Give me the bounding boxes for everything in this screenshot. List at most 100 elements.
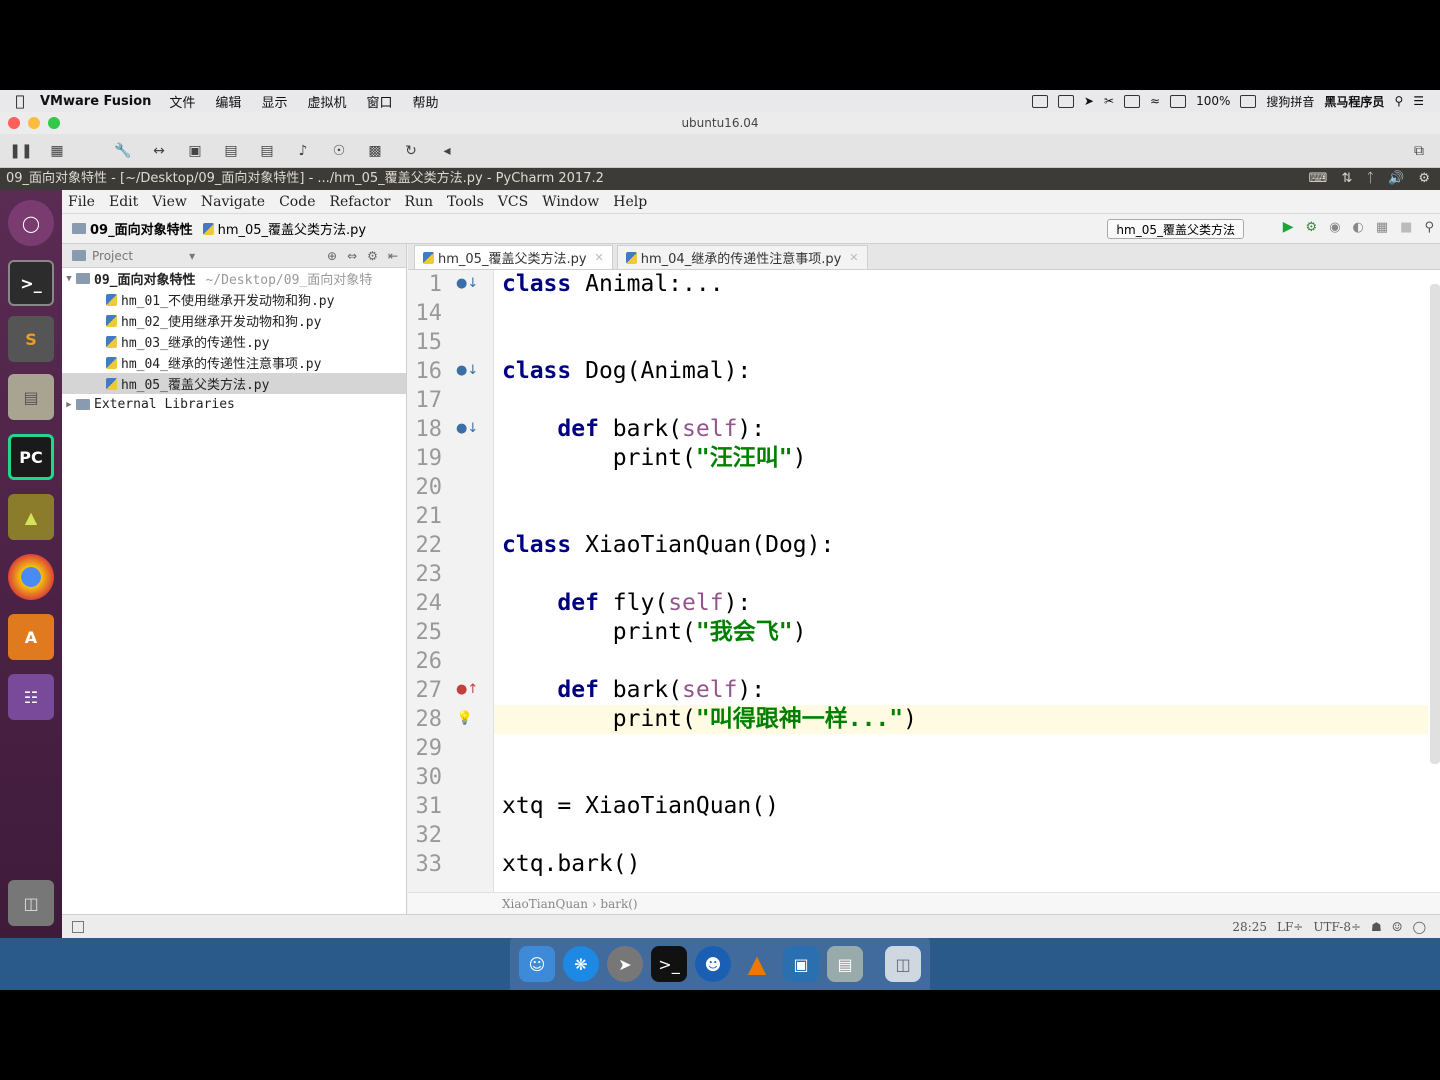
menu-file[interactable]: File [68,194,95,210]
tree-file[interactable]: hm_01_不使用继承开发动物和狗.py [62,289,406,310]
run-icon[interactable]: ▶ [1283,219,1294,235]
code-line[interactable]: def bark(self): [494,676,1428,705]
qq-icon[interactable]: ☻ [695,946,731,982]
tree-file[interactable]: hm_02_使用继承开发动物和狗.py [62,310,406,331]
gear-icon[interactable]: ⚙ [1418,168,1430,190]
user-name[interactable]: 黑马程序员 [1324,93,1384,110]
usb-icon[interactable]: ☉ [328,141,350,161]
breadcrumb-file[interactable]: hm_05_覆盖父类方法.py [202,219,366,238]
code-line[interactable] [494,328,1428,357]
cursor-position[interactable]: 28:25 [1232,920,1267,934]
code-line[interactable] [494,821,1428,850]
menu-window[interactable]: Window [542,194,599,210]
code-line[interactable]: def fly(self): [494,589,1428,618]
concurrency-icon[interactable]: ▦ [1376,220,1388,235]
minimize-window-button[interactable] [28,117,40,129]
code-line[interactable]: print("叫得跟神一样...") [494,705,1428,734]
sublime-icon[interactable]: S [8,316,54,362]
menu-window[interactable]: 窗口 [366,92,392,111]
tab-hm05[interactable]: hm_05_覆盖父类方法.py ✕ [414,245,613,269]
project-view-select[interactable]: Project [92,249,133,263]
pause-icon[interactable]: ❚❚ [9,141,32,161]
files-icon[interactable]: ▤ [8,374,54,420]
code-line[interactable] [494,560,1428,589]
code-area[interactable]: class Animal:... class Dog(Animal): def b… [494,270,1428,892]
search-icon[interactable]: ⚲ [1394,94,1403,108]
wifi-icon[interactable]: ≈ [1150,94,1160,108]
run-config-select[interactable]: hm_05_覆盖父类方法 [1107,219,1244,239]
chevron-down-icon[interactable]: ▾ [189,249,195,263]
location-icon[interactable]: ➤ [1084,94,1094,108]
sound-icon[interactable]: ♪ [292,141,314,161]
override-marker-icon[interactable]: ●↓ [456,362,478,380]
tree-file-selected[interactable]: hm_05_覆盖父类方法.py [62,373,406,394]
battery-icon[interactable] [1240,94,1257,108]
editor-scrollbar[interactable] [1430,284,1440,764]
line-separator[interactable]: LF÷ [1277,920,1303,934]
apple-icon[interactable]:  [0,92,40,110]
terminal-icon[interactable]: >_ [651,946,687,982]
display-icon[interactable] [1057,94,1074,108]
menu-vm[interactable]: 虚拟机 [307,92,346,111]
chrome-icon[interactable] [8,554,54,600]
code-line[interactable]: xtq.bark() [494,850,1428,879]
code-line[interactable]: class XiaoTianQuan(Dog): [494,531,1428,560]
preview-icon[interactable]: ▤ [827,946,863,982]
safari-icon[interactable]: ❋ [563,946,599,982]
debug-icon[interactable]: ⚙ [1306,220,1318,235]
device-icon[interactable]: ▣ [184,141,206,161]
hide-icon[interactable]: ⇤ [388,249,398,263]
tree-file[interactable]: hm_04_继承的传递性注意事项.py [62,352,406,373]
vmware-icon[interactable]: ▣ [783,946,819,982]
override-marker-icon[interactable]: ●↓ [456,420,478,438]
expand-arrow-icon[interactable]: ▶ [62,400,76,410]
terminal-icon[interactable]: >_ [8,260,54,306]
code-line[interactable]: class Dog(Animal): [494,357,1428,386]
sync-icon[interactable]: ⊕ [327,249,337,263]
search-icon[interactable]: ⚲ [1424,220,1434,235]
trash-icon[interactable]: ◫ [885,946,921,982]
menu-refactor[interactable]: Refactor [329,194,390,210]
file-encoding[interactable]: UTF-8÷ [1313,920,1361,934]
menu-run[interactable]: Run [404,194,433,210]
code-line[interactable] [494,763,1428,792]
drive2-icon[interactable]: ▤ [256,141,278,161]
volume-icon[interactable]: 🔊 [1388,168,1404,190]
code-line[interactable] [494,502,1428,531]
expand-arrow-icon[interactable]: ▼ [62,274,76,284]
tree-file[interactable]: hm_03_继承的传递性.py [62,331,406,352]
screen-icon[interactable] [1031,94,1048,108]
resize-icon[interactable]: ↔ [148,141,170,161]
tool-windows-icon[interactable] [72,920,84,933]
code-line[interactable] [494,647,1428,676]
code-line[interactable]: def bark(self): [494,415,1428,444]
breadcrumb-project[interactable]: 09_面向对象特性 [72,219,193,238]
software-center-icon[interactable]: A [8,614,54,660]
code-line[interactable]: print("汪汪叫") [494,444,1428,473]
menu-help[interactable]: 帮助 [412,92,438,111]
menu-help[interactable]: Help [613,194,647,210]
snapshot-icon[interactable]: ▦ [46,141,68,161]
settings-icon[interactable]: 🔧 [112,141,134,161]
gear-icon[interactable]: ⚙ [367,249,378,263]
inspector-icon[interactable]: ☺ [1392,920,1403,934]
code-line[interactable] [494,473,1428,502]
network-icon[interactable]: ⇅ [1341,168,1352,190]
menu-tools[interactable]: Tools [447,194,484,210]
menu-code[interactable]: Code [279,194,315,210]
app-menu-vmware[interactable]: VMware Fusion [40,94,151,109]
menu-vcs[interactable]: VCS [498,194,528,210]
archive-icon[interactable]: ▲ [8,494,54,540]
fullscreen-icon[interactable]: ⧉ [1408,141,1430,161]
trash-icon[interactable]: ◫ [8,880,54,926]
zoom-window-button[interactable] [48,117,60,129]
launchpad-icon[interactable]: ➤ [607,946,643,982]
list-icon[interactable]: ☰ [1413,94,1424,108]
code-line[interactable] [494,299,1428,328]
ubuntu-icon[interactable]: ◯ [8,200,54,246]
bluetooth-icon[interactable]: ᛏ [1366,168,1374,190]
menu-view[interactable]: View [152,194,187,210]
close-icon[interactable]: ✕ [849,251,858,264]
finder-icon[interactable]: ☺ [519,946,555,982]
code-line[interactable]: xtq = XiaoTianQuan() [494,792,1428,821]
